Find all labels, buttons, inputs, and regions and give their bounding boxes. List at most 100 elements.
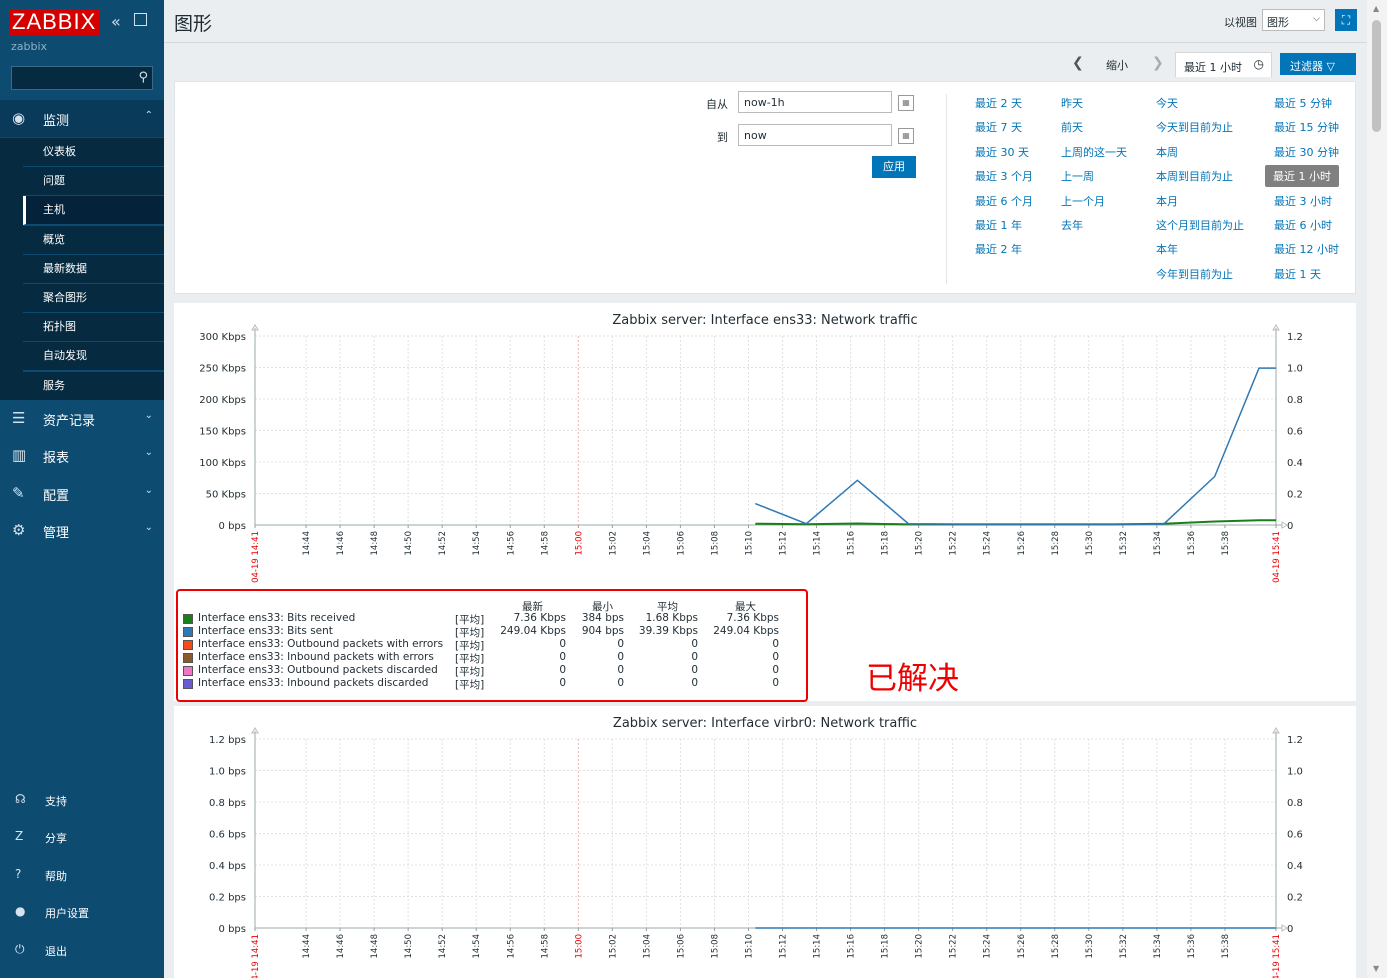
x-tick-label: 15:22 (949, 934, 959, 959)
nav-item[interactable]: 问题 (23, 167, 164, 197)
quick-range-link[interactable]: 最近 5 分钟 (1274, 95, 1332, 111)
scroll-down-icon[interactable]: ▼ (1373, 964, 1379, 973)
x-tick-label: 04-19 14:41 (251, 531, 261, 583)
quick-range-link[interactable]: 最近 6 个月 (975, 193, 1033, 209)
prev-period-icon[interactable]: ❮ (1072, 55, 1084, 71)
apply-button[interactable]: 应用 (872, 156, 916, 178)
filter-button-label: 过滤器 (1290, 60, 1323, 73)
x-tick-label: 14:52 (438, 531, 448, 556)
y-right-tick-label: 0 (1287, 924, 1293, 935)
nav-item[interactable]: 仪表板 (23, 138, 164, 167)
footer-item[interactable]: ? 帮助 (0, 860, 164, 890)
x-tick-label: 15:10 (744, 531, 754, 556)
x-tick-label: 15:12 (779, 531, 789, 556)
footer-item[interactable]: Z 分享 (0, 822, 164, 852)
quick-range-link[interactable]: 最近 30 天 (975, 144, 1029, 160)
view-as-label: 以视图 (1224, 16, 1257, 29)
x-tick-label: 15:24 (983, 934, 993, 959)
quick-range-link[interactable]: 上一周 (1061, 168, 1094, 184)
quick-range-link[interactable]: 今年到目前为止 (1156, 266, 1233, 282)
quick-range-link[interactable]: 本周到目前为止 (1156, 168, 1233, 184)
scroll-up-icon[interactable]: ▲ (1373, 4, 1379, 13)
nav-item[interactable]: 主机 (23, 196, 164, 226)
sidebar-search-input[interactable]: ⚲ (11, 66, 153, 90)
nav-item[interactable]: 自动发现 (23, 342, 164, 372)
quick-range-link[interactable]: 最近 15 分钟 (1274, 119, 1339, 135)
quick-range-link[interactable]: 最近 2 天 (975, 95, 1022, 111)
footer-item[interactable]: ⏻ 退出 (0, 935, 164, 965)
quick-range-link[interactable]: 最近 1 年 (975, 217, 1022, 233)
quick-range-link[interactable]: 最近 3 小时 (1274, 193, 1332, 209)
y-left-tick-label: 0.4 bps (209, 861, 246, 872)
x-tick-label: 14:44 (302, 531, 312, 556)
x-tick-label: 14:50 (404, 531, 414, 556)
quick-range-link[interactable]: 最近 1 小时 (1265, 165, 1339, 188)
x-tick-label: 15:02 (608, 531, 618, 556)
x-tick-label: 15:14 (813, 531, 823, 556)
quick-range-link[interactable]: 本周 (1156, 144, 1178, 160)
nav-item[interactable]: 拓扑图 (23, 313, 164, 343)
footer-item[interactable]: ☊ 支持 (0, 785, 164, 815)
quick-range-link[interactable]: 去年 (1061, 217, 1083, 233)
filter-button[interactable]: 过滤器 ▽ (1280, 53, 1356, 75)
collapse-sidebar-icon[interactable]: « (111, 12, 121, 31)
quick-range-link[interactable]: 前天 (1061, 119, 1083, 135)
y-right-tick-label: 0.6 (1287, 427, 1303, 438)
x-tick-label: 15:00 (574, 934, 584, 959)
y-left-tick-label: 300 Kbps (199, 332, 246, 343)
quick-range-link[interactable]: 最近 1 天 (1274, 266, 1321, 282)
quick-range-link[interactable]: 今天到目前为止 (1156, 119, 1233, 135)
footer-item[interactable]: ● 用户设置 (0, 897, 164, 927)
nav-section-3[interactable]: ✎ 配置 ⌄ (0, 475, 164, 512)
wrench-icon: ✎ (12, 484, 25, 502)
view-as-select[interactable]: 图形 ⌵ (1262, 9, 1325, 31)
sidebar: ZABBIX « zabbix ⚲ ◉ 监测 ⌃ ☰ 资产记录 ⌄ ▥ 报表 ⌄ ✎ 配置 ⌄ ⚙ 管理 ⌄… (0, 0, 164, 978)
zabbix-logo[interactable]: ZABBIX (9, 9, 100, 35)
y-left-tick-label: 0.2 bps (209, 893, 246, 904)
calendar-icon[interactable]: ▦ (898, 128, 914, 144)
quick-range-link[interactable]: 上周的这一天 (1061, 144, 1127, 160)
quick-range-link[interactable]: 本月 (1156, 193, 1178, 209)
quick-range-link[interactable]: 这个月到目前为止 (1156, 217, 1244, 233)
quick-range-link[interactable]: 本年 (1156, 241, 1178, 257)
nav-section-2[interactable]: ▥ 报表 ⌄ (0, 437, 164, 474)
nav-item[interactable]: 最新数据 (23, 254, 164, 284)
quick-range-link[interactable]: 最近 7 天 (975, 119, 1022, 135)
nav-item[interactable]: 概览 (23, 225, 164, 255)
footer-item-label: 分享 (45, 832, 67, 845)
zoom-out-button[interactable]: 缩小 (1106, 57, 1128, 73)
chevron-down-icon: ⌄ (144, 485, 153, 496)
chevron-down-icon: ⌄ (144, 522, 153, 533)
quick-range-link[interactable]: 昨天 (1061, 95, 1083, 111)
scrollbar-thumb[interactable] (1372, 20, 1381, 132)
search-icon[interactable]: ⚲ (138, 70, 148, 85)
x-tick-label: 15:12 (779, 934, 789, 959)
nav-section-label: 监测 (43, 114, 70, 129)
nav-section-0[interactable]: ◉ 监测 ⌃ (0, 100, 164, 137)
nav-section-4[interactable]: ⚙ 管理 ⌄ (0, 512, 164, 549)
quick-range-link[interactable]: 最近 3 个月 (975, 168, 1033, 184)
x-tick-label: 15:18 (881, 531, 891, 556)
footer-item-label: 帮助 (45, 870, 67, 883)
server-name: zabbix (11, 40, 48, 53)
period-tab[interactable]: 最近 1 小时 ◷ (1175, 52, 1272, 77)
calendar-icon[interactable]: ▦ (898, 95, 914, 111)
quick-range-link[interactable]: 最近 30 分钟 (1274, 144, 1339, 160)
page-scrollbar[interactable]: ▲ ▼ (1367, 0, 1387, 978)
from-input[interactable]: now-1h (738, 91, 892, 113)
fullscreen-button[interactable]: ⛶ (1335, 9, 1357, 31)
nav-section-1[interactable]: ☰ 资产记录 ⌄ (0, 400, 164, 437)
kiosk-mode-icon[interactable] (134, 13, 147, 26)
quick-range-link[interactable]: 今天 (1156, 95, 1178, 111)
x-tick-label: 15:32 (1119, 531, 1129, 556)
nav-item[interactable]: 服务 (23, 371, 164, 401)
next-period-icon[interactable]: ❯ (1152, 55, 1164, 71)
nav-item[interactable]: 聚合图形 (23, 284, 164, 313)
quick-range-link[interactable]: 最近 12 小时 (1274, 241, 1339, 257)
y-left-tick-label: 0.6 bps (209, 830, 246, 841)
quick-range-link[interactable]: 最近 2 年 (975, 241, 1022, 257)
quick-range-link[interactable]: 上一个月 (1061, 193, 1105, 209)
quick-range-link[interactable]: 最近 6 小时 (1274, 217, 1332, 233)
to-input[interactable]: now (738, 124, 892, 146)
x-tick-label: 15:36 (1187, 531, 1197, 556)
